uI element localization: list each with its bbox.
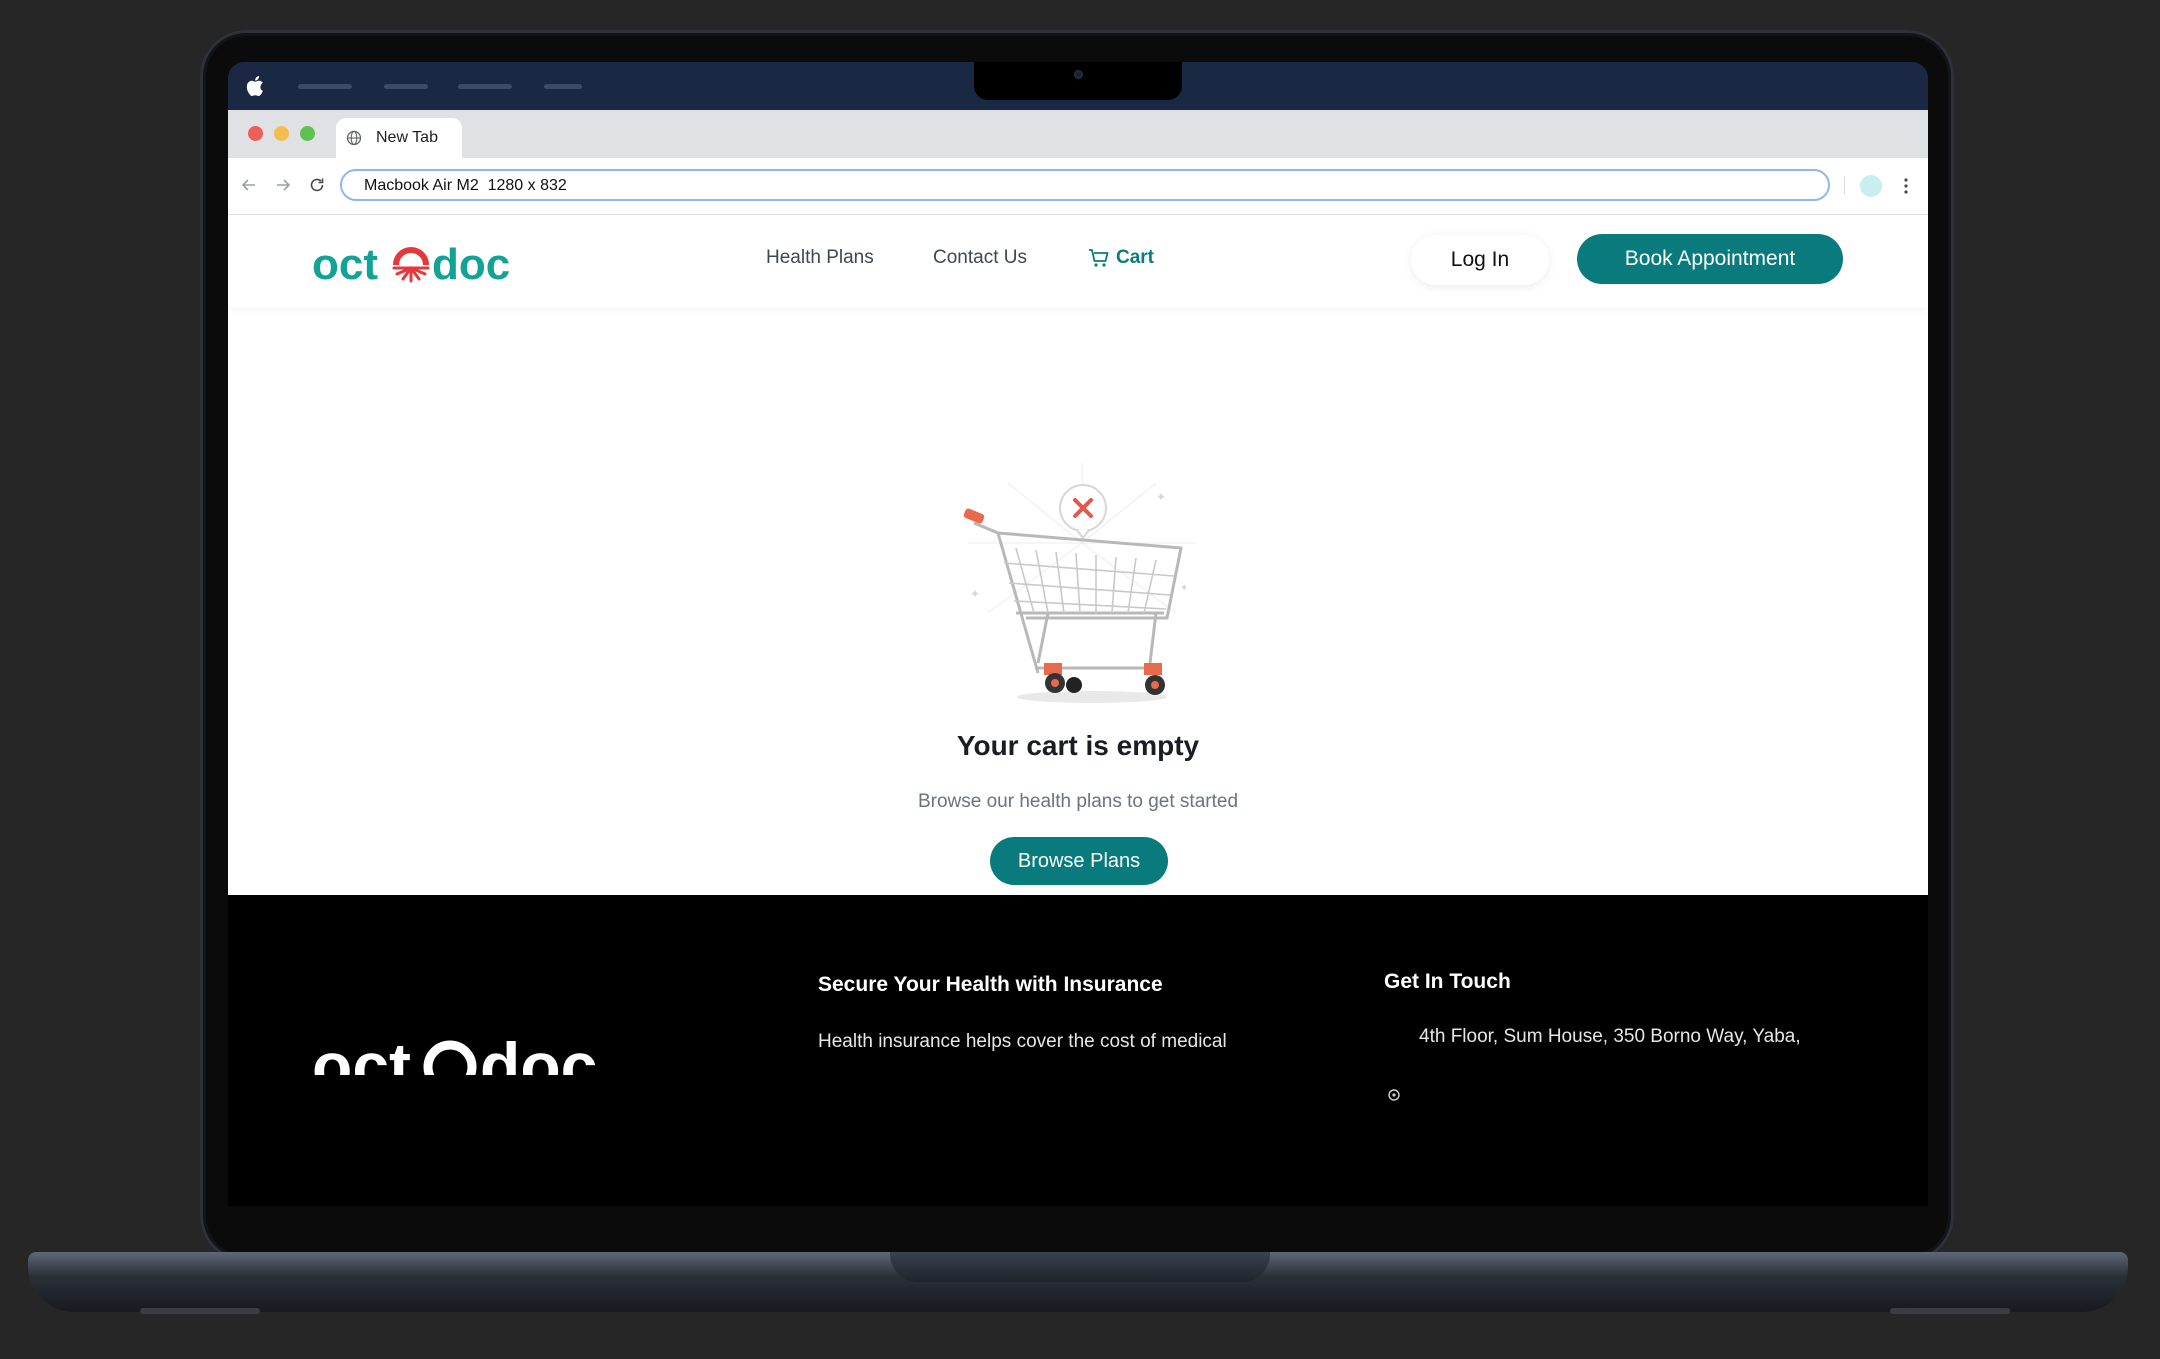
empty-cart-title: Your cart is empty (956, 730, 1200, 761)
octodoc-footer-logo[interactable]: oct doc (312, 1015, 622, 1075)
svg-text:✦: ✦ (970, 587, 980, 601)
nav-health-plans[interactable]: Health Plans (766, 247, 874, 269)
apple-icon[interactable] (246, 74, 266, 98)
site-footer: oct doc Secure Your Health with Insuranc… (228, 895, 1928, 1206)
forward-arrow-icon[interactable] (274, 176, 292, 194)
more-menu-icon[interactable] (1904, 176, 1908, 196)
address-bar[interactable]: Macbook Air M2 1280 x 832 (340, 169, 1830, 201)
browser-tab-strip: New Tab (228, 110, 1928, 158)
svg-text:doc: doc (432, 240, 510, 289)
reload-icon[interactable] (308, 176, 326, 194)
footer-insurance-text: Health insurance helps cover the cost of… (818, 1031, 1227, 1052)
menu-item[interactable] (298, 84, 352, 89)
svg-text:oct: oct (312, 240, 378, 289)
back-arrow-icon[interactable] (240, 176, 258, 194)
mac-menu-bar (228, 62, 1928, 110)
empty-cart-subtitle: Browse our health plans to get started (917, 791, 1239, 812)
camera-notch (974, 62, 1182, 100)
svg-text:✦: ✦ (1180, 583, 1188, 594)
browser-toolbar: Macbook Air M2 1280 x 832 (228, 158, 1928, 215)
cart-icon (1089, 249, 1109, 267)
camera-icon (1074, 70, 1083, 79)
browser-tab[interactable]: New Tab (336, 118, 462, 158)
address-text: Macbook Air M2 1280 x 832 (364, 177, 567, 194)
browse-plans-button[interactable]: Browse Plans (990, 837, 1168, 885)
svg-text:doc: doc (480, 1029, 597, 1075)
minimize-window-button[interactable] (274, 126, 289, 141)
menu-item[interactable] (384, 84, 428, 89)
footer-address: 4th Floor, Sum House, 350 Borno Way, Yab… (1419, 1026, 1801, 1047)
menu-item[interactable] (458, 84, 512, 89)
laptop-foot (1890, 1308, 2010, 1314)
laptop-foot (140, 1308, 260, 1314)
login-button[interactable]: Log In (1411, 235, 1549, 285)
globe-icon (346, 130, 362, 146)
profile-avatar[interactable] (1860, 175, 1882, 197)
site-header: oct doc Health Plans Contact Us Cart Log… (228, 215, 1928, 307)
tab-title: New Tab (376, 129, 438, 146)
close-window-button[interactable] (248, 126, 263, 141)
location-pin-icon (1388, 1089, 1400, 1101)
empty-cart-illustration: ✦ ✦ ✦ (963, 463, 1196, 703)
svg-text:oct: oct (312, 1029, 411, 1075)
cart-label: Cart (1116, 247, 1155, 268)
menu-item[interactable] (544, 84, 582, 89)
book-appointment-button[interactable]: Book Appointment (1577, 234, 1843, 284)
laptop-hinge (890, 1252, 1270, 1282)
svg-text:✦: ✦ (1156, 490, 1166, 504)
octodoc-logo[interactable]: oct doc (312, 233, 522, 293)
maximize-window-button[interactable] (300, 126, 315, 141)
footer-contact-heading: Get In Touch (1384, 970, 1511, 993)
close-icon (1059, 484, 1107, 540)
toolbar-divider (1844, 176, 1845, 194)
screen: New Tab Macbook Air M2 1280 x 832 oct do… (228, 62, 1928, 1206)
nav-contact-us[interactable]: Contact Us (933, 247, 1027, 269)
web-page: oct doc Health Plans Contact Us Cart Log… (228, 215, 1928, 895)
footer-insurance-heading: Secure Your Health with Insurance (818, 973, 1163, 996)
